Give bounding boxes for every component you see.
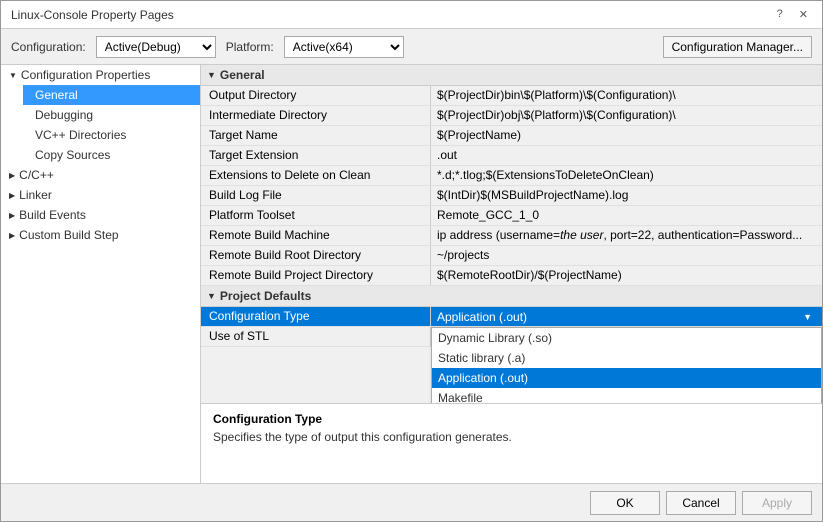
sidebar-item-general[interactable]: General (23, 85, 200, 105)
window-title: Linux-Console Property Pages (11, 8, 174, 22)
linker-chevron-icon: ▶ (9, 191, 15, 200)
prop-name-target-ext: Target Extension (201, 146, 431, 165)
prop-name-output-dir: Output Directory (201, 86, 431, 105)
property-pages-window: Linux-Console Property Pages ? ✕ Configu… (0, 0, 823, 522)
prop-value-remote-root-dir: ~/projects (431, 246, 822, 265)
prop-row-remote-build-machine[interactable]: Remote Build Machine ip address (usernam… (201, 226, 822, 246)
prop-row-remote-root-dir[interactable]: Remote Build Root Directory ~/projects (201, 246, 822, 266)
sidebar-item-vc-dirs[interactable]: VC++ Directories (23, 125, 200, 145)
project-defaults-section-title: Project Defaults (220, 289, 311, 303)
prop-row-target-ext[interactable]: Target Extension .out (201, 146, 822, 166)
prop-name-config-type: Configuration Type (201, 307, 431, 326)
prop-row-intermediate-dir[interactable]: Intermediate Directory $(ProjectDir)obj\… (201, 106, 822, 126)
description-area: Configuration Type Specifies the type of… (201, 403, 822, 483)
config-type-value: Application (.out) (437, 310, 527, 324)
platform-select[interactable]: Active(x64) (284, 36, 404, 58)
sidebar-item-copy-sources[interactable]: Copy Sources (23, 145, 200, 165)
sidebar-build-events-label: Build Events (19, 208, 86, 222)
dropdown-item-static-lib[interactable]: Static library (.a) (432, 348, 821, 368)
description-text: Specifies the type of output this config… (213, 430, 810, 444)
build-events-chevron-icon: ▶ (9, 211, 15, 220)
toolbar: Configuration: Active(Debug) Platform: A… (1, 29, 822, 65)
help-button[interactable]: ? (773, 8, 787, 21)
sidebar-item-debugging[interactable]: Debugging (23, 105, 200, 125)
properties-section: ▼ General Output Directory $(ProjectDir)… (201, 65, 822, 403)
prop-value-output-dir: $(ProjectDir)bin\$(Platform)\$(Configura… (431, 86, 822, 105)
prop-value-target-name: $(ProjectName) (431, 126, 822, 145)
prop-value-config-type[interactable]: Application (.out) ▼ (431, 307, 822, 326)
prop-row-build-log[interactable]: Build Log File $(IntDir)$(MSBuildProject… (201, 186, 822, 206)
dropdown-item-application[interactable]: Application (.out) (432, 368, 821, 388)
config-type-dropdown: Dynamic Library (.so) Static library (.a… (431, 327, 822, 403)
project-defaults-section-header[interactable]: ▼ Project Defaults (201, 286, 822, 307)
sidebar-root-label: Configuration Properties (21, 68, 150, 82)
right-panel: ▼ General Output Directory $(ProjectDir)… (201, 65, 822, 483)
sidebar: ▼ Configuration Properties General Debug… (1, 65, 201, 483)
prop-row-output-dir[interactable]: Output Directory $(ProjectDir)bin\$(Plat… (201, 86, 822, 106)
config-select[interactable]: Active(Debug) (96, 36, 216, 58)
prop-name-intermediate-dir: Intermediate Directory (201, 106, 431, 125)
prop-name-build-log: Build Log File (201, 186, 431, 205)
cancel-button[interactable]: Cancel (666, 491, 736, 515)
prop-name-remote-proj-dir: Remote Build Project Directory (201, 266, 431, 285)
prop-value-intermediate-dir: $(ProjectDir)obj\$(Platform)\$(Configura… (431, 106, 822, 125)
sidebar-root-header[interactable]: ▼ Configuration Properties (1, 65, 200, 85)
sidebar-custom-build-label: Custom Build Step (19, 228, 118, 242)
prop-value-extensions-delete: *.d;*.tlog;$(ExtensionsToDeleteOnClean) (431, 166, 822, 185)
prop-value-target-ext: .out (431, 146, 822, 165)
sidebar-linker-label: Linker (19, 188, 52, 202)
title-bar-controls: ? ✕ (773, 8, 812, 21)
prop-row-config-type[interactable]: Configuration Type Application (.out) ▼ … (201, 307, 822, 327)
main-content: ▼ Configuration Properties General Debug… (1, 65, 822, 483)
prop-value-remote-build-machine: ip address (username=the user, port=22, … (431, 226, 822, 245)
general-section-title: General (220, 68, 265, 82)
config-label: Configuration: (11, 40, 86, 54)
apply-button[interactable]: Apply (742, 491, 812, 515)
description-title: Configuration Type (213, 412, 810, 426)
ok-button[interactable]: OK (590, 491, 660, 515)
prop-value-remote-proj-dir: $(RemoteRootDir)/$(ProjectName) (431, 266, 822, 285)
cpp-chevron-icon: ▶ (9, 171, 15, 180)
prop-name-target-name: Target Name (201, 126, 431, 145)
prop-row-extensions-delete[interactable]: Extensions to Delete on Clean *.d;*.tlog… (201, 166, 822, 186)
root-chevron-icon: ▼ (9, 71, 17, 80)
prop-row-platform-toolset[interactable]: Platform Toolset Remote_GCC_1_0 (201, 206, 822, 226)
close-button[interactable]: ✕ (795, 8, 812, 21)
config-manager-button[interactable]: Configuration Manager... (663, 36, 812, 58)
custom-build-chevron-icon: ▶ (9, 231, 15, 240)
prop-value-build-log: $(IntDir)$(MSBuildProjectName).log (431, 186, 822, 205)
prop-row-remote-proj-dir[interactable]: Remote Build Project Directory $(RemoteR… (201, 266, 822, 286)
title-bar: Linux-Console Property Pages ? ✕ (1, 1, 822, 29)
prop-value-platform-toolset: Remote_GCC_1_0 (431, 206, 822, 225)
general-section-chevron-icon: ▼ (207, 70, 216, 80)
sidebar-cpp-label: C/C++ (19, 168, 54, 182)
prop-name-use-stl: Use of STL (201, 327, 431, 346)
sidebar-item-linker[interactable]: ▶ Linker (1, 185, 200, 205)
sidebar-item-custom-build[interactable]: ▶ Custom Build Step (1, 225, 200, 245)
sidebar-item-build-events[interactable]: ▶ Build Events (1, 205, 200, 225)
project-defaults-chevron-icon: ▼ (207, 291, 216, 301)
dropdown-item-makefile[interactable]: Makefile (432, 388, 821, 403)
prop-name-platform-toolset: Platform Toolset (201, 206, 431, 225)
config-type-dropdown-arrow-icon[interactable]: ▼ (803, 312, 812, 322)
general-section-header[interactable]: ▼ General (201, 65, 822, 86)
platform-label: Platform: (226, 40, 274, 54)
prop-name-remote-build-machine: Remote Build Machine (201, 226, 431, 245)
sidebar-children: General Debugging VC++ Directories Copy … (1, 85, 200, 165)
sidebar-item-cpp[interactable]: ▶ C/C++ (1, 165, 200, 185)
bottom-bar: OK Cancel Apply (1, 483, 822, 521)
prop-name-extensions-delete: Extensions to Delete on Clean (201, 166, 431, 185)
prop-name-remote-root-dir: Remote Build Root Directory (201, 246, 431, 265)
prop-row-target-name[interactable]: Target Name $(ProjectName) (201, 126, 822, 146)
dropdown-item-dynamic-lib[interactable]: Dynamic Library (.so) (432, 328, 821, 348)
